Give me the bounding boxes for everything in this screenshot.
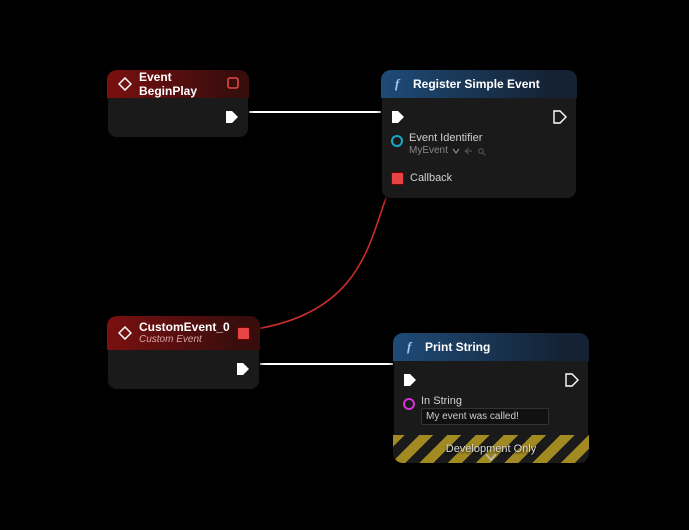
- blueprint-canvas[interactable]: Event BeginPlay f: [0, 0, 689, 530]
- development-only-footer: Development Only: [393, 435, 589, 463]
- node-header: CustomEvent_0 Custom Event: [107, 316, 260, 350]
- event-identifier-pin[interactable]: [391, 135, 403, 147]
- event-identifier-value[interactable]: MyEvent: [409, 145, 488, 157]
- function-icon: f: [403, 339, 419, 355]
- node-event-beginplay[interactable]: Event BeginPlay: [107, 70, 249, 138]
- in-string-value[interactable]: [421, 408, 549, 425]
- node-header: f Print String: [393, 333, 589, 361]
- chevron-down-icon: [452, 147, 460, 155]
- callback-label: Callback: [410, 172, 452, 184]
- search-icon: [477, 147, 486, 156]
- delegate-output-marker[interactable]: [227, 77, 239, 92]
- function-icon: f: [391, 76, 407, 92]
- exec-in-pin[interactable]: [403, 373, 417, 387]
- node-subtitle: Custom Event: [139, 334, 230, 345]
- in-string-label: In String: [421, 395, 543, 408]
- node-register-simple-event[interactable]: f Register Simple Event: [381, 70, 577, 199]
- event-icon: [117, 76, 133, 92]
- exec-out-pin[interactable]: [565, 373, 579, 387]
- chevron-down-icon[interactable]: [484, 451, 498, 463]
- node-print-string[interactable]: f Print String: [393, 333, 589, 463]
- exec-out-pin[interactable]: [553, 110, 567, 124]
- wire-delegate: [256, 183, 392, 329]
- exec-out-pin[interactable]: [236, 362, 250, 376]
- svg-text:f: f: [407, 340, 413, 354]
- in-string-pin[interactable]: [403, 398, 415, 410]
- event-icon: [117, 325, 133, 341]
- node-header: f Register Simple Event: [381, 70, 577, 98]
- exec-in-pin[interactable]: [391, 110, 405, 124]
- node-header: Event BeginPlay: [107, 70, 249, 98]
- event-identifier-label: Event Identifier: [409, 132, 482, 145]
- node-title: Event BeginPlay: [139, 70, 227, 98]
- back-icon: [464, 147, 473, 155]
- node-custom-event[interactable]: CustomEvent_0 Custom Event: [107, 316, 260, 390]
- node-title: Register Simple Event: [413, 77, 540, 91]
- exec-out-pin[interactable]: [225, 110, 239, 124]
- callback-pin[interactable]: [391, 172, 404, 185]
- node-title: Print String: [425, 340, 490, 354]
- delegate-output-pin[interactable]: [237, 327, 250, 340]
- svg-text:f: f: [395, 77, 401, 91]
